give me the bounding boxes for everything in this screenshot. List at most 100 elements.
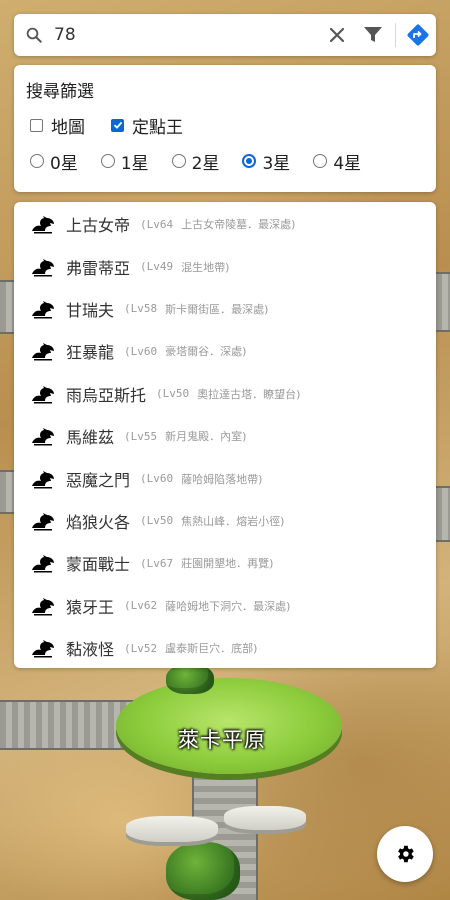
monster-icon: [32, 597, 54, 616]
radio-star-3[interactable]: 3星: [238, 149, 290, 174]
radio-star-1-label: 1星: [120, 153, 149, 174]
map-road: [0, 280, 14, 334]
result-level: (Lv55: [124, 429, 158, 443]
result-item[interactable]: 上古女帝 (Lv64 上古女帝陵墓．最深處): [14, 203, 436, 245]
checkbox-fixed-point-king-box[interactable]: [111, 118, 124, 132]
monster-icon: [32, 470, 54, 489]
result-location: 薩哈姆陷落地帶): [181, 472, 263, 486]
checkbox-fixed-point-king[interactable]: 定點王: [107, 113, 183, 138]
radio-star-2-label: 2星: [191, 153, 220, 174]
checkmark-icon: [113, 121, 122, 129]
radio-star-0-dot[interactable]: [30, 154, 44, 168]
settings-button[interactable]: [377, 826, 433, 882]
radio-star-4-dot[interactable]: [313, 154, 328, 168]
filter-checkbox-row: 地圖 定點王: [26, 113, 424, 138]
result-name: 狂暴龍: [66, 343, 115, 363]
map-tree: [166, 664, 214, 694]
result-location: 盧泰斯巨穴．底部): [165, 642, 258, 656]
result-location: 莊園開墾地．再覽): [181, 557, 274, 571]
checkbox-map-label: 地圖: [51, 117, 85, 138]
checkbox-fixed-point-king-label: 定點王: [132, 117, 183, 138]
result-item[interactable]: 馬維茲 (Lv55 新月鬼殿．內室): [14, 415, 436, 457]
map-stone-platform: [126, 816, 218, 842]
search-bar: [14, 14, 436, 56]
radio-star-2-dot[interactable]: [171, 154, 186, 168]
result-item[interactable]: 甘瑞夫 (Lv58 斯卡爾街區．最深處): [14, 288, 436, 330]
filter-title: 搜尋篩選: [26, 82, 94, 102]
result-name: 甘瑞夫: [66, 300, 115, 320]
result-level: (Lv64: [140, 217, 174, 231]
result-level: (Lv67: [140, 556, 174, 570]
monster-icon: [32, 555, 54, 573]
radio-star-2[interactable]: 2星: [168, 149, 220, 174]
checkbox-map-box[interactable]: [30, 118, 43, 132]
monster-icon: [32, 640, 54, 658]
radio-star-3-dot[interactable]: [242, 154, 257, 168]
result-location: 混生地帶): [181, 260, 230, 274]
directions-button[interactable]: [400, 17, 436, 53]
result-item[interactable]: 黏液怪 (Lv52 盧泰斯巨穴．底部): [14, 627, 436, 668]
result-level: (Lv50: [140, 514, 174, 528]
filter-icon: [364, 27, 382, 42]
result-location: 斯卡爾街區．最深處): [165, 302, 269, 316]
directions-icon: [407, 24, 429, 46]
monster-icon: [32, 428, 54, 446]
monster-icon: [32, 343, 54, 361]
result-item[interactable]: 惡魔之門 (Lv60 薩哈姆陷落地帶): [14, 457, 436, 499]
result-item[interactable]: 焰狼火各 (Lv50 焦熱山峰．熔岩小徑): [14, 500, 436, 542]
search-input[interactable]: [54, 14, 319, 56]
result-item[interactable]: 蒙面戰士 (Lv67 莊園開墾地．再覽): [14, 542, 436, 584]
monster-icon: [32, 300, 54, 319]
map-road: [436, 272, 450, 332]
checkbox-map[interactable]: 地圖: [26, 113, 85, 138]
monster-icon: [32, 258, 54, 277]
search-bar-divider: [395, 23, 396, 47]
monster-icon: [32, 216, 54, 234]
result-location: 焦熱山峰．熔岩小徑): [181, 514, 285, 528]
result-name: 蒙面戰士: [66, 555, 131, 575]
result-level: (Lv62: [124, 599, 158, 613]
map-road: [0, 470, 14, 514]
radio-star-1[interactable]: 1星: [97, 149, 149, 174]
result-item[interactable]: 弗雷蒂亞 (Lv49 混生地帶): [14, 245, 436, 287]
result-location: 上古女帝陵墓．最深處): [181, 218, 296, 232]
map-stone-platform: [224, 806, 306, 830]
result-level: (Lv50: [156, 387, 190, 401]
results-list[interactable]: 上古女帝 (Lv64 上古女帝陵墓．最深處) 弗雷蒂亞 (Lv49 混生地帶) …: [14, 202, 436, 668]
result-level: (Lv60: [124, 344, 158, 358]
monster-icon: [32, 512, 54, 531]
result-item[interactable]: 猿牙王 (Lv62 薩哈姆地下洞穴．最深處): [14, 585, 436, 627]
result-level: (Lv49: [140, 260, 174, 274]
clear-button[interactable]: [319, 17, 355, 53]
result-item[interactable]: 雨烏亞斯托 (Lv50 奧拉達古塔．瞭望台): [14, 373, 436, 415]
result-location: 新月鬼殿．內室): [165, 430, 247, 444]
map-tree: [166, 842, 240, 900]
result-name: 猿牙王: [66, 597, 115, 617]
result-item[interactable]: 狂暴龍 (Lv60 豪塔爾谷．深處): [14, 330, 436, 372]
radio-star-4-label: 4星: [333, 153, 362, 174]
filter-button[interactable]: [355, 17, 391, 53]
radio-star-3-label: 3星: [262, 153, 291, 174]
result-name: 黏液怪: [66, 640, 115, 660]
result-name: 惡魔之門: [66, 470, 131, 490]
result-name: 弗雷蒂亞: [66, 258, 131, 278]
result-location: 豪塔爾谷．深處): [165, 345, 247, 359]
result-level: (Lv52: [124, 641, 158, 655]
monster-icon: [32, 385, 54, 404]
radio-star-0[interactable]: 0星: [26, 149, 78, 174]
gear-icon: [398, 845, 414, 863]
result-level: (Lv58: [124, 302, 158, 316]
result-level: (Lv60: [140, 472, 174, 486]
radio-star-0-label: 0星: [50, 153, 78, 174]
radio-star-1-dot[interactable]: [100, 154, 115, 168]
close-icon: [329, 27, 345, 43]
result-location: 薩哈姆地下洞穴．最深處): [165, 599, 291, 613]
result-name: 上古女帝: [66, 216, 131, 236]
result-name: 馬維茲: [66, 428, 115, 448]
star-radio-row: 0星 1星 2星 3星 4星: [26, 149, 424, 174]
result-name: 雨烏亞斯托: [66, 385, 147, 405]
radio-star-4[interactable]: 4星: [309, 149, 361, 174]
map-region-label[interactable]: 萊卡平原: [178, 724, 266, 754]
search-icon: [14, 26, 54, 44]
result-location: 奧拉達古塔．瞭望台): [197, 387, 301, 401]
